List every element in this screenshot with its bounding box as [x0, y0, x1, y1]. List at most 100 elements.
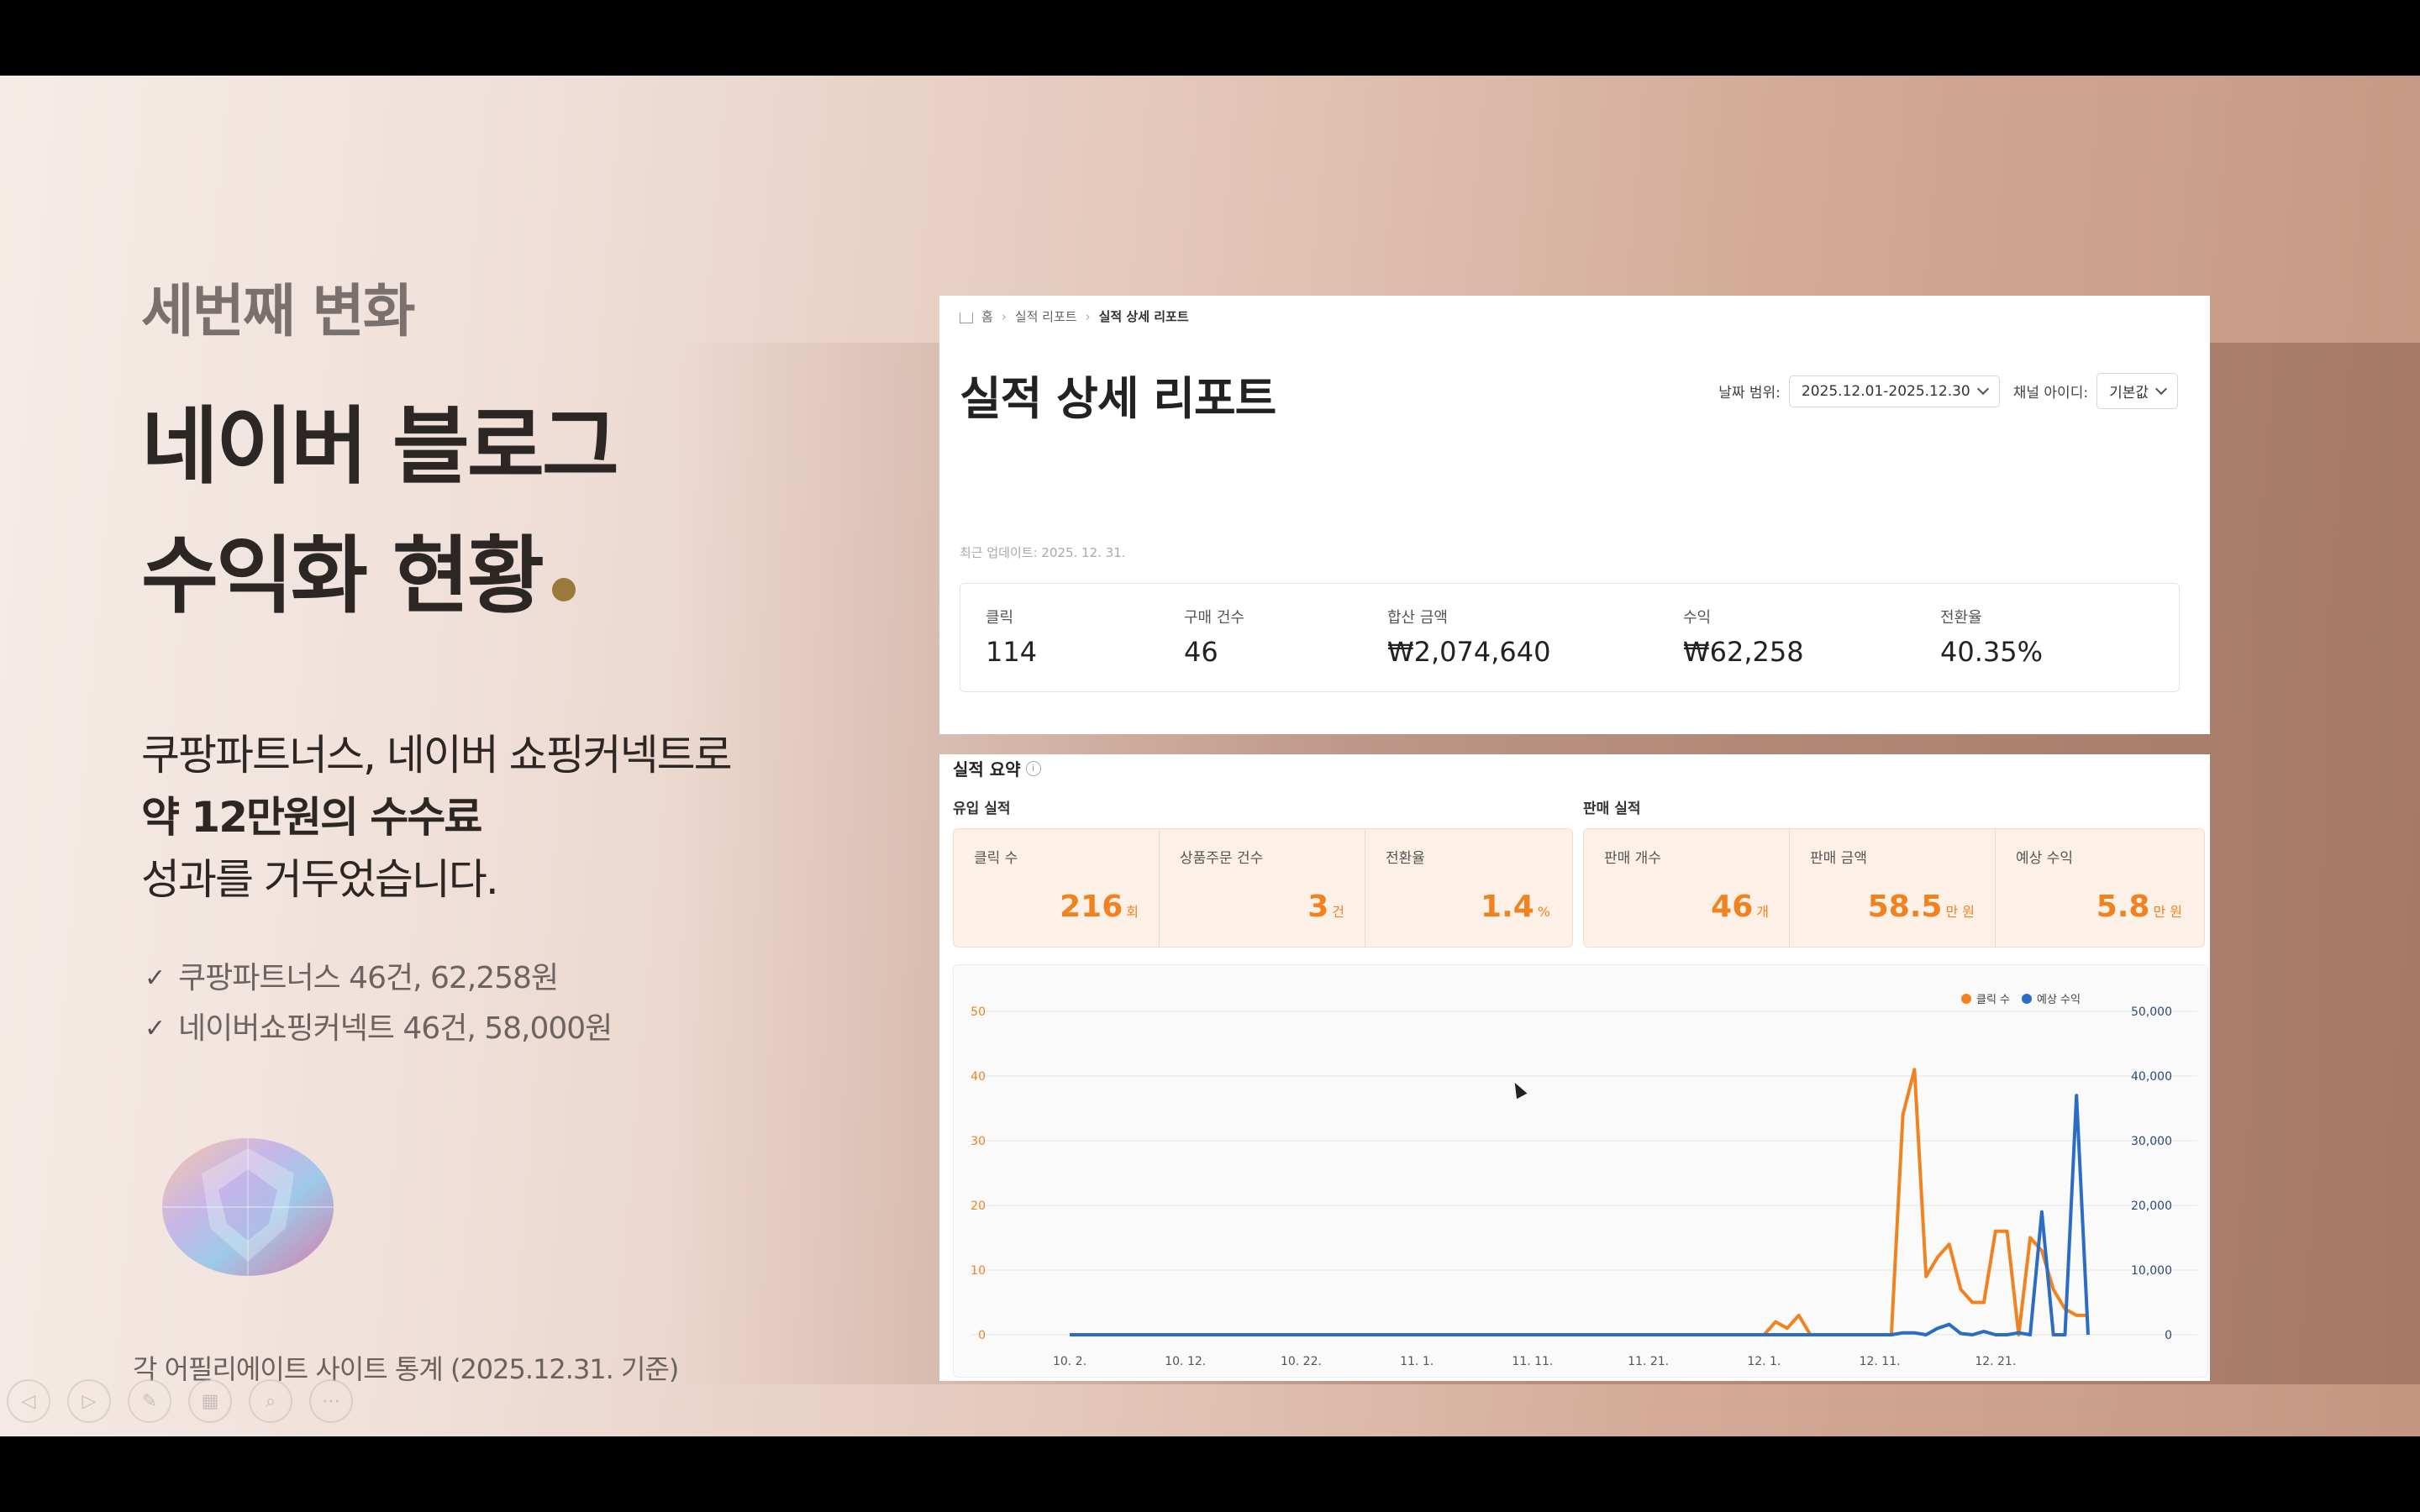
- y-right-tick-label: 0: [2165, 1329, 2172, 1342]
- gemstone-image: [162, 1138, 334, 1276]
- kpi-label: 판매 금액: [1810, 850, 1867, 867]
- stat-label: 구매 건수: [1184, 609, 1244, 627]
- channel-select[interactable]: 기본값: [2096, 373, 2178, 409]
- kpi-label: 상품주문 건수: [1180, 850, 1264, 867]
- slide-title: 네이버 블로그 수익화 현황: [141, 382, 619, 641]
- subtitle-line3: 성과를 거두었습니다.: [141, 855, 499, 904]
- kpi-orders: 상품주문 건수 3건: [1160, 829, 1365, 947]
- check-text: 쿠팡파트너스 46건, 62,258원: [178, 961, 559, 995]
- y-right-tick-label: 10,000: [2131, 1264, 2172, 1278]
- presenter-toolbar: ◁ ▷ ✎ ▦ ⌕ ⋯: [7, 1379, 353, 1423]
- stat-value: 40.35%: [1940, 636, 2044, 668]
- stat-clicks: 클릭 114: [986, 606, 1037, 668]
- date-range-label: 날짜 범위:: [1718, 385, 1781, 402]
- kpi-number: 58.5: [1867, 890, 1943, 924]
- kpi-unit: 회: [1126, 904, 1139, 920]
- stats-summary: 클릭 114 구매 건수 46 합산 금액 ₩2,074,640 수익 ₩62,258 …: [960, 583, 2180, 692]
- y-left-tick-label: 10: [971, 1264, 986, 1278]
- kpi-label: 클릭 수: [974, 850, 1018, 867]
- kpi-unit: 만 원: [1945, 904, 1975, 920]
- kpi-clicks: 클릭 수 216 회: [954, 829, 1160, 947]
- x-tick-label: 12. 11.: [1860, 1355, 1901, 1368]
- y-right-tick-label: 40,000: [2131, 1070, 2172, 1084]
- check-item: ✓ 쿠팡파트너스 46건, 62,258원: [145, 953, 612, 1004]
- kpi-label: 전환율: [1386, 850, 1425, 867]
- kpi-value: 58.5 만 원: [1868, 890, 1975, 924]
- kpi-number: 216: [1060, 890, 1123, 924]
- inflow-kpis: 클릭 수 216 회 상품주문 건수 3건 전환율 1.4%: [953, 828, 1573, 948]
- breadcrumb-current: 실적 상세 리포트: [1098, 309, 1189, 324]
- breadcrumb-home[interactable]: 홈: [981, 307, 993, 325]
- slides-grid-icon[interactable]: ▦: [188, 1379, 232, 1423]
- breadcrumb-reports[interactable]: 실적 리포트: [1015, 307, 1077, 325]
- legend-marker: [2022, 994, 2032, 1004]
- more-options-icon[interactable]: ⋯: [309, 1379, 353, 1423]
- y-left-tick-label: 30: [971, 1135, 986, 1148]
- kpi-value: 5.8 만 원: [2096, 890, 2182, 924]
- kpi-value: 3건: [1307, 890, 1344, 924]
- legend-label: 예상 수익: [2037, 994, 2081, 1006]
- next-slide-icon[interactable]: ▷: [67, 1379, 111, 1423]
- stat-label: 수익: [1683, 609, 1712, 627]
- y-left-tick-label: 50: [971, 1005, 986, 1019]
- x-tick-label: 12. 1.: [1747, 1355, 1781, 1368]
- series-line: [1070, 1094, 2090, 1336]
- stat-conversion: 전환율 40.35%: [1940, 606, 2043, 668]
- kpi-value: 1.4%: [1481, 890, 1550, 924]
- channel-value: 기본값: [2109, 385, 2149, 402]
- kpi-sales-amount: 판매 금액 58.5 만 원: [1790, 829, 1996, 947]
- check-text: 네이버쇼핑커넥트 46건, 58,000원: [178, 1011, 613, 1046]
- channel-label: 채널 아이디:: [2012, 385, 2089, 402]
- slide-title-line2-wrap: 수익화 현황: [141, 512, 617, 641]
- kpi-unit: 개: [1756, 904, 1769, 920]
- kpi-value: 216 회: [1060, 890, 1139, 924]
- kpi-number: 5.8: [2096, 890, 2150, 924]
- report-filters: 날짜 범위: 2025.12.01-2025.12.30 채널 아이디: 기본값: [1718, 373, 2178, 409]
- legend-marker: [1961, 994, 1971, 1004]
- title-dot: [551, 578, 576, 601]
- subtitle-line1: 쿠팡파트너스, 네이버 쇼핑커넥트로: [141, 731, 733, 780]
- date-range-select[interactable]: 2025.12.01-2025.12.30: [1788, 375, 2000, 407]
- stat-purchases: 구매 건수 46: [1184, 606, 1244, 668]
- stat-value: ₩62,258: [1683, 636, 1804, 668]
- x-tick-label: 11. 1.: [1400, 1355, 1434, 1368]
- page-title: 실적 상세 리포트: [960, 372, 1276, 425]
- performance-line-chart: 0 10 20 30 40 50 0 10,000 20,000 30,000 40,000 50,0…: [971, 994, 2197, 1368]
- y-right-tick-label: 30,000: [2131, 1135, 2172, 1148]
- y-right-tick-label: 20,000: [2131, 1200, 2172, 1213]
- chevron-down-icon: [2154, 382, 2168, 395]
- date-range-value: 2025.12.01-2025.12.30: [1801, 382, 1970, 400]
- x-tick-label: 10. 22.: [1281, 1355, 1322, 1368]
- slide-title-line1: 네이버 블로그: [141, 397, 619, 496]
- info-icon[interactable]: i: [1025, 760, 1041, 776]
- subtitle-line2: 약 12만원의 수수료: [141, 793, 482, 842]
- stat-label: 전환율: [1940, 609, 1982, 627]
- kpi-label: 판매 개수: [1604, 850, 1661, 867]
- zoom-icon[interactable]: ⌕: [249, 1379, 292, 1423]
- performance-chart-box: 0 10 20 30 40 50 0 10,000 20,000 30,000 40,000 50,0…: [953, 964, 2208, 1378]
- kpi-expected-revenue: 예상 수익 5.8 만 원: [1996, 829, 2202, 947]
- previous-slide-icon[interactable]: ◁: [7, 1379, 50, 1423]
- breadcrumb: 홈 › 실적 리포트 › 실적 상세 리포트: [960, 307, 1189, 325]
- check-icon: ✓: [145, 963, 166, 993]
- letterbox-top: [0, 0, 2420, 76]
- home-icon: [960, 312, 973, 323]
- y-left-tick-label: 0: [978, 1329, 986, 1342]
- check-icon: ✓: [145, 1014, 166, 1043]
- series-line: [1070, 1068, 2088, 1336]
- slide-title-line2: 수익화 현황: [141, 527, 544, 625]
- stat-value: 46: [1184, 636, 1218, 668]
- chevron-down-icon: [1976, 382, 1989, 395]
- kpi-conversion: 전환율 1.4%: [1365, 829, 1570, 947]
- summary-title-wrap: 실적 요약 i: [953, 756, 1041, 780]
- summary-title: 실적 요약: [953, 759, 1021, 780]
- kpi-value: 46 개: [1711, 890, 1769, 924]
- stat-total-amount: 합산 금액 ₩2,074,640: [1387, 606, 1551, 668]
- pen-icon[interactable]: ✎: [128, 1379, 171, 1423]
- kpi-number: 46: [1711, 890, 1754, 924]
- stat-label: 합산 금액: [1387, 609, 1448, 627]
- x-tick-label: 10. 12.: [1165, 1355, 1206, 1368]
- x-tick-label: 11. 21.: [1628, 1355, 1669, 1368]
- kpi-items-sold: 판매 개수 46 개: [1584, 829, 1790, 947]
- inflow-label: 유입 실적: [953, 801, 1011, 817]
